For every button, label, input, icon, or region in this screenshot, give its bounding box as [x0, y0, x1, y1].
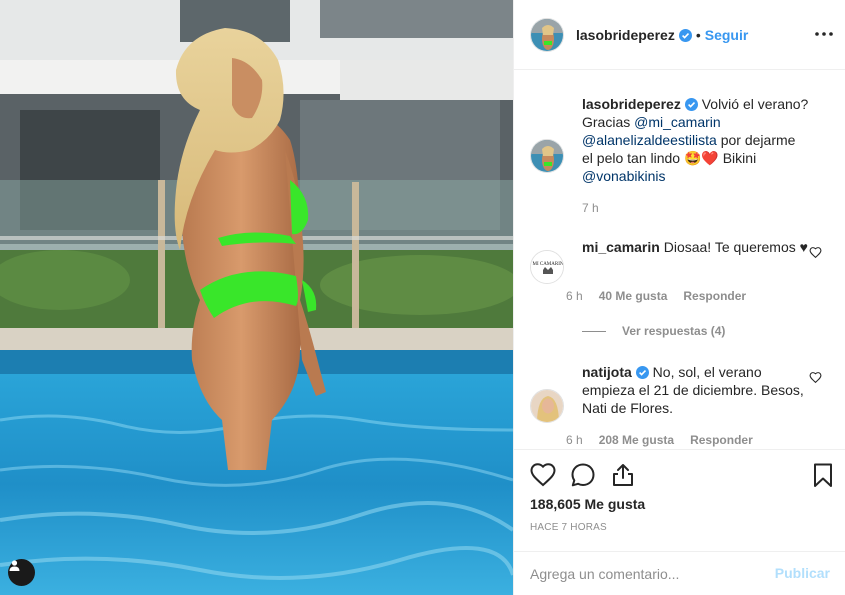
- heart-icon[interactable]: [530, 462, 556, 488]
- caption: lasobrideperez Volvió el verano? Gracias…: [530, 85, 830, 215]
- more-options-icon[interactable]: [814, 26, 834, 42]
- comment-username[interactable]: natijota: [582, 364, 632, 380]
- comment-icon[interactable]: [570, 462, 596, 488]
- like-comment-heart-icon[interactable]: [809, 371, 822, 384]
- commenter-avatar[interactable]: [530, 389, 564, 423]
- verified-icon: [678, 28, 692, 42]
- commenter-avatar[interactable]: MI CAMARIN: [530, 250, 564, 284]
- comment-likes[interactable]: 40 Me gusta: [599, 289, 668, 303]
- reply-button[interactable]: Responder: [690, 433, 753, 447]
- post-actions: 188,605 Me gusta HACE 7 HORAS: [514, 449, 845, 551]
- comments-list: lasobrideperez Volvió el verano? Gracias…: [514, 71, 845, 449]
- view-replies-label: Ver respuestas (4): [622, 324, 726, 338]
- comment-likes[interactable]: 208 Me gusta: [599, 433, 674, 447]
- comment-item: natijota No, sol, el verano empieza el 2…: [530, 363, 830, 433]
- comment-item: MI CAMARIN mi_camarin Diosaa! Te queremo…: [530, 234, 830, 294]
- share-icon[interactable]: [610, 462, 636, 488]
- bookmark-icon[interactable]: [810, 462, 836, 488]
- reply-button[interactable]: Responder: [683, 289, 746, 303]
- author-info: lasobrideperez • Seguir: [576, 27, 748, 43]
- comment-text: natijota No, sol, el verano empieza el 2…: [582, 363, 810, 417]
- post-photo[interactable]: [0, 0, 513, 595]
- photo-illustration: [0, 0, 513, 595]
- comment-input[interactable]: [530, 563, 760, 585]
- replies-divider: [582, 330, 606, 332]
- view-replies-button[interactable]: Ver respuestas (4): [582, 324, 725, 338]
- caption-text: lasobrideperez Volvió el verano? Gracias…: [582, 95, 810, 185]
- author-username[interactable]: lasobrideperez: [576, 27, 675, 43]
- comment-time[interactable]: 6 h: [566, 433, 583, 447]
- comment-meta: 6 h 208 Me gusta Responder: [566, 433, 753, 447]
- mention-link[interactable]: @vonabikinis: [582, 168, 665, 184]
- publish-button[interactable]: Publicar: [775, 565, 830, 581]
- user-tag-icon: [9, 560, 20, 571]
- comment-username[interactable]: mi_camarin: [582, 239, 660, 255]
- comment-message: Diosaa! Te queremos ♥: [663, 239, 808, 255]
- mention-link[interactable]: @alanelizaldeestilista: [582, 132, 717, 148]
- separator-dot: •: [695, 26, 701, 43]
- caption-username[interactable]: lasobrideperez: [582, 96, 681, 112]
- like-comment-heart-icon[interactable]: [809, 246, 822, 259]
- user-tag-button[interactable]: [8, 559, 35, 586]
- post-sidebar: lasobrideperez • Seguir lasobrideperez V…: [513, 0, 845, 595]
- likes-count[interactable]: 188,605 Me gusta: [530, 496, 645, 512]
- follow-button[interactable]: Seguir: [705, 27, 749, 43]
- author-avatar[interactable]: [530, 17, 564, 52]
- post-header: lasobrideperez • Seguir: [514, 0, 845, 70]
- comment-text: mi_camarin Diosaa! Te queremos ♥: [582, 238, 810, 256]
- comment-time[interactable]: 6 h: [566, 289, 583, 303]
- mention-link[interactable]: @mi_camarin: [634, 114, 721, 130]
- avatar-logo-text: MI CAMARIN: [533, 262, 564, 267]
- caption-avatar[interactable]: [530, 139, 564, 173]
- add-comment-bar: Publicar: [514, 551, 845, 595]
- instagram-post: lasobrideperez • Seguir lasobrideperez V…: [0, 0, 845, 595]
- comment-meta: 6 h 40 Me gusta Responder: [566, 289, 746, 303]
- post-date[interactable]: HACE 7 HORAS: [530, 522, 607, 533]
- caption-time[interactable]: 7 h: [582, 201, 615, 215]
- verified-icon: [635, 366, 649, 379]
- verified-icon: [684, 98, 698, 111]
